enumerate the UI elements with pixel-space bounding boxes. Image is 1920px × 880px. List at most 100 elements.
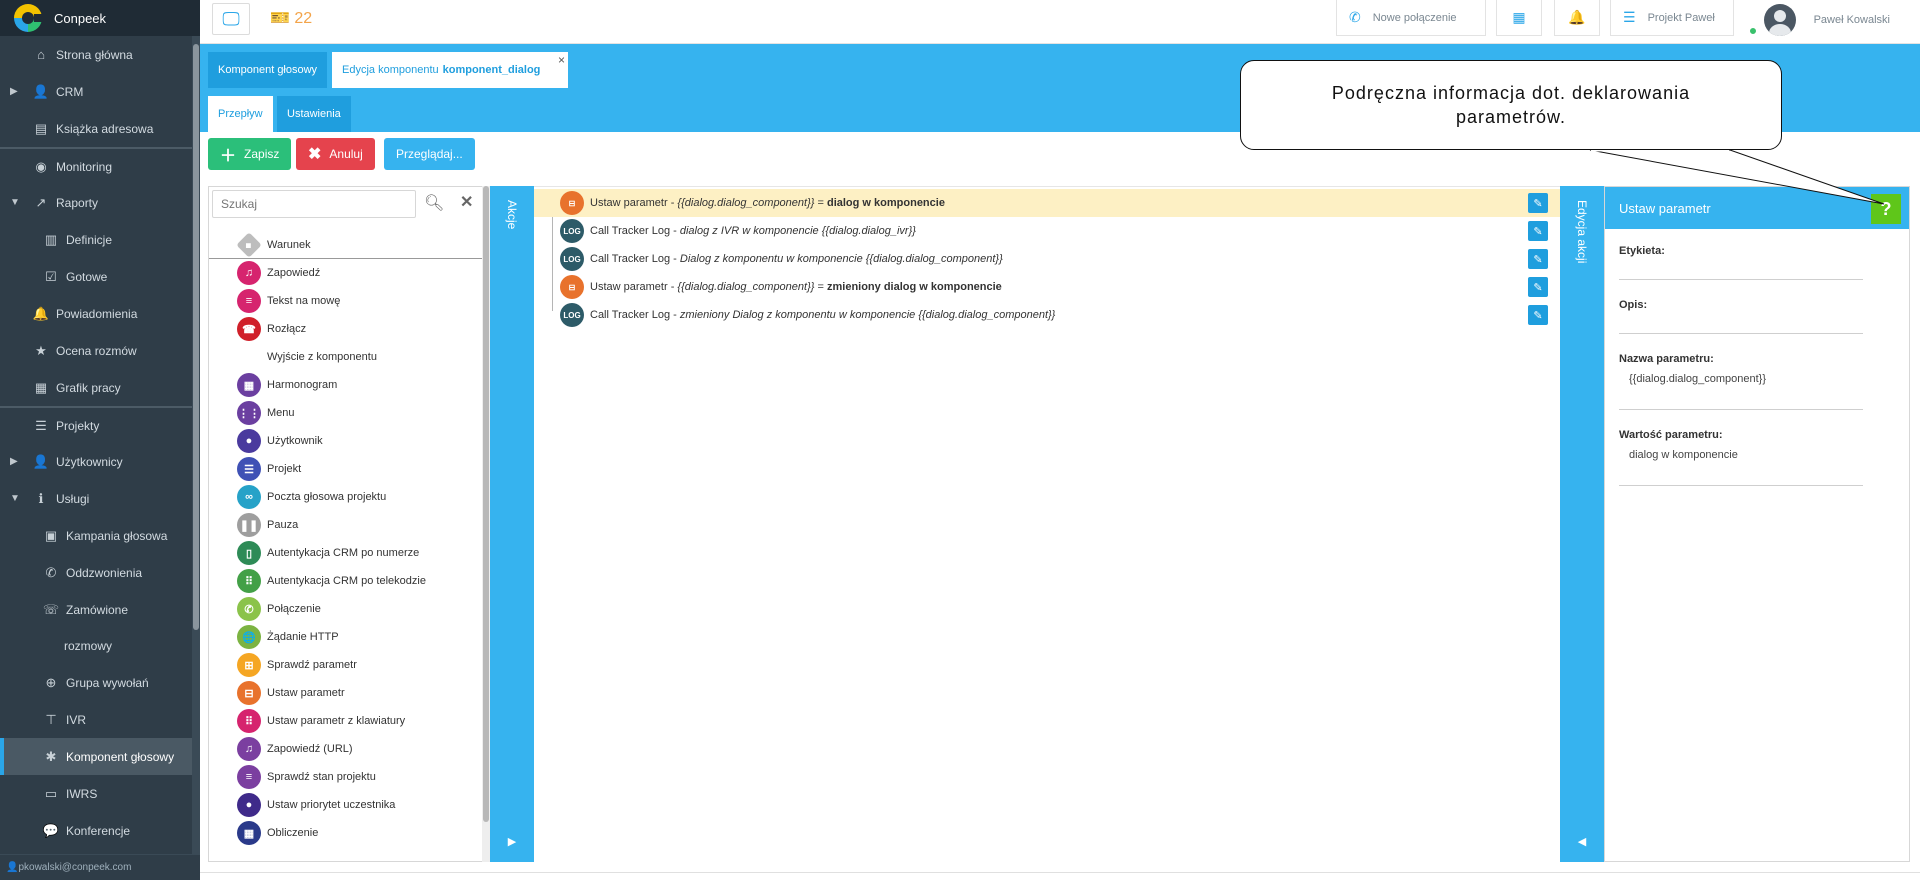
action-list-item[interactable]: ▦ Obliczenie	[209, 819, 483, 847]
action-list-item[interactable]: ▯ Autentykacja CRM po numerze	[209, 539, 483, 567]
edit-step-button[interactable]: ✎	[1528, 277, 1548, 297]
action-list-item[interactable]: ☎ Rozłącz	[209, 315, 483, 343]
monitor-button[interactable]: 🖵	[212, 3, 250, 35]
caret-right-icon[interactable]: ▶	[10, 456, 18, 467]
edit-step-button[interactable]: ✎	[1528, 305, 1548, 325]
tickets-indicator[interactable]: 🎫 22	[270, 8, 312, 28]
set-parameter-icon: ⊟	[560, 191, 584, 215]
sidebar-item-label: Grupa wywołań	[66, 675, 149, 690]
sidebar-item[interactable]: ★ Ocena rozmów	[0, 332, 200, 369]
tab-edit-component[interactable]: Edycja komponentu komponent_dialog ×	[332, 52, 568, 88]
action-list-item[interactable]: ☰ Projekt	[209, 455, 483, 483]
actions-scrollbar[interactable]	[482, 186, 490, 862]
action-list-item[interactable]: ▦ Harmonogram	[209, 371, 483, 399]
sidebar-item[interactable]: ▼ ↗ Raporty	[0, 184, 200, 221]
tab-voice-component[interactable]: Komponent głosowy	[208, 52, 328, 88]
param-value-value[interactable]: dialog w komponencie	[1629, 449, 1738, 461]
new-call-button[interactable]: ✆ Nowe połączenie	[1336, 0, 1486, 36]
edit-step-button[interactable]: ✎	[1528, 221, 1548, 241]
action-list-item[interactable]: Wyjście z komponentu	[209, 343, 483, 371]
sidebar-item[interactable]: ▥ Definicje	[0, 221, 200, 258]
browse-button[interactable]: Przeglądaj...	[384, 138, 475, 170]
puzzle-icon: ✱	[45, 748, 57, 764]
sidebar-item[interactable]: ✆ Oddzwonienia	[0, 554, 200, 591]
action-list-item[interactable]: ♫ Zapowiedź	[209, 259, 483, 287]
collapse-arrow-icon[interactable]: ◀	[1578, 835, 1586, 848]
tab-flow[interactable]: Przepływ	[208, 96, 273, 132]
flow-step[interactable]: ⊟ Ustaw parametr - {{dialog.dialog_compon…	[534, 189, 1560, 217]
edit-step-button[interactable]: ✎	[1528, 193, 1548, 213]
action-list-item[interactable]: ❚❚ Pauza	[209, 511, 483, 539]
action-list-item[interactable]: ⠿ Ustaw parametr z klawiatury	[209, 707, 483, 735]
caret-down-icon[interactable]: ▼	[10, 493, 20, 504]
sidebar-item-label: CRM	[56, 84, 84, 99]
sidebar-item[interactable]: rozmowy	[0, 628, 200, 664]
actions-strip[interactable]: Akcje ▶	[490, 186, 534, 862]
calendar-button[interactable]: ▦	[1496, 0, 1542, 36]
sidebar-item[interactable]: 🔔 Powiadomienia	[0, 295, 200, 332]
sidebar-item[interactable]: ▦ Grafik pracy	[0, 369, 200, 406]
sidebar-item[interactable]: 💬 Konferencje	[0, 812, 200, 849]
edit-step-button[interactable]: ✎	[1528, 249, 1548, 269]
actions-scrollbar-thumb[interactable]	[483, 186, 489, 822]
sidebar-item[interactable]: ⌂ Strona główna	[0, 36, 200, 73]
user-menu[interactable]: Paweł Kowalski	[1763, 4, 1890, 36]
action-list-label: Projekt	[267, 463, 302, 475]
action-list-item[interactable]: ● Ustaw priorytet uczestnika	[209, 791, 483, 819]
action-list-item[interactable]: ⠿ Autentykacja CRM po telekodzie	[209, 567, 483, 595]
action-list-item[interactable]: ≡ Sprawdź stan projektu	[209, 763, 483, 791]
tab-settings[interactable]: Ustawienia	[277, 96, 351, 132]
flow-step-italic-text: {{dialog.dialog_component}}	[677, 197, 815, 209]
cancel-button[interactable]: ✖ Anuluj	[296, 138, 375, 170]
clear-search-icon[interactable]: ✕	[460, 192, 473, 212]
sidebar-item[interactable]: ▶ 👤 CRM	[0, 73, 200, 110]
caret-right-icon[interactable]: ▶	[10, 86, 18, 97]
action-list-item[interactable]: ≡ Tekst na mowę	[209, 287, 483, 315]
sidebar-item[interactable]: ☏ Zamówione	[0, 591, 200, 628]
action-list-item[interactable]: ✆ Połączenie	[209, 595, 483, 623]
sidebar-item[interactable]: ◉ Monitoring	[0, 147, 200, 184]
flow-step[interactable]: LOG Call Tracker Log - zmieniony Dialog z…	[534, 301, 1560, 329]
save-button[interactable]: ＋ Zapisz	[208, 138, 292, 170]
edit-action-strip[interactable]: Edycja akcji ◀	[1560, 186, 1604, 862]
sidebar-item[interactable]: ⊕ Grupa wywołań	[0, 664, 200, 701]
topbar: 🖵 🎫 22 ✆ Nowe połączenie ▦ 🔔 ☰ Projekt P…	[200, 0, 1920, 44]
calendar-icon: ▦	[1512, 9, 1526, 25]
action-list-item[interactable]: ◆ Warunek	[209, 231, 483, 259]
expand-arrow-icon[interactable]: ▶	[508, 835, 516, 848]
brand[interactable]: Conpeek	[0, 0, 200, 36]
search-input[interactable]	[212, 190, 416, 218]
sidebar-item-label: Oddzwonienia	[66, 565, 143, 580]
caret-down-icon[interactable]: ▼	[10, 197, 20, 208]
notifications-button[interactable]: 🔔	[1554, 0, 1600, 36]
action-list-item[interactable]: ⊟ Ustaw parametr	[209, 679, 483, 707]
sidebar-item[interactable]: ▶ 👤 Użytkownicy	[0, 443, 200, 480]
help-button[interactable]: ?	[1871, 194, 1901, 224]
sidebar-item[interactable]: ☑ Gotowe	[0, 258, 200, 295]
sidebar-item[interactable]: ▤ Książka adresowa	[0, 110, 200, 147]
param-name-value[interactable]: {{dialog.dialog_component}}	[1629, 373, 1766, 385]
flow-step[interactable]: LOG Call Tracker Log - dialog z IVR w kom…	[534, 217, 1560, 245]
sidebar-item[interactable]: ☰ Projekty	[0, 406, 200, 443]
sidebar-item[interactable]: ▭ IWRS	[0, 775, 200, 812]
action-list-item[interactable]: ♫ Zapowiedź (URL)	[209, 735, 483, 763]
action-type-icon: ●	[237, 429, 261, 453]
flow-step[interactable]: LOG Call Tracker Log - Dialog z komponent…	[534, 245, 1560, 273]
star-icon: ★	[35, 342, 47, 358]
action-list-label: Wyjście z komponentu	[267, 351, 377, 363]
action-list-item[interactable]: ∞ Poczta głosowa projektu	[209, 483, 483, 511]
sidebar-item[interactable]: ⊤ IVR	[0, 701, 200, 738]
action-list-item[interactable]: ● Użytkownik	[209, 427, 483, 455]
search-icon[interactable]: 🔍︎	[424, 193, 444, 213]
sidebar-item[interactable]: ✱ Komponent głosowy	[0, 738, 200, 775]
action-list-item[interactable]: ⊞ Sprawdź parametr	[209, 651, 483, 679]
flow-step[interactable]: ⊟ Ustaw parametr - {{dialog.dialog_compon…	[534, 273, 1560, 301]
sidebar-item[interactable]: ▼ ℹ Usługi	[0, 480, 200, 517]
sidebar-scrollbar-thumb[interactable]	[193, 44, 199, 630]
project-selector[interactable]: ☰ Projekt Paweł	[1610, 0, 1734, 36]
action-list-label: Autentykacja CRM po numerze	[267, 547, 420, 559]
close-tab-icon[interactable]: ×	[558, 53, 565, 67]
sidebar-item[interactable]: ▣ Kampania głosowa	[0, 517, 200, 554]
action-list-item[interactable]: ⋮⋮ Menu	[209, 399, 483, 427]
action-list-item[interactable]: 🌐 Żądanie HTTP	[209, 623, 483, 651]
